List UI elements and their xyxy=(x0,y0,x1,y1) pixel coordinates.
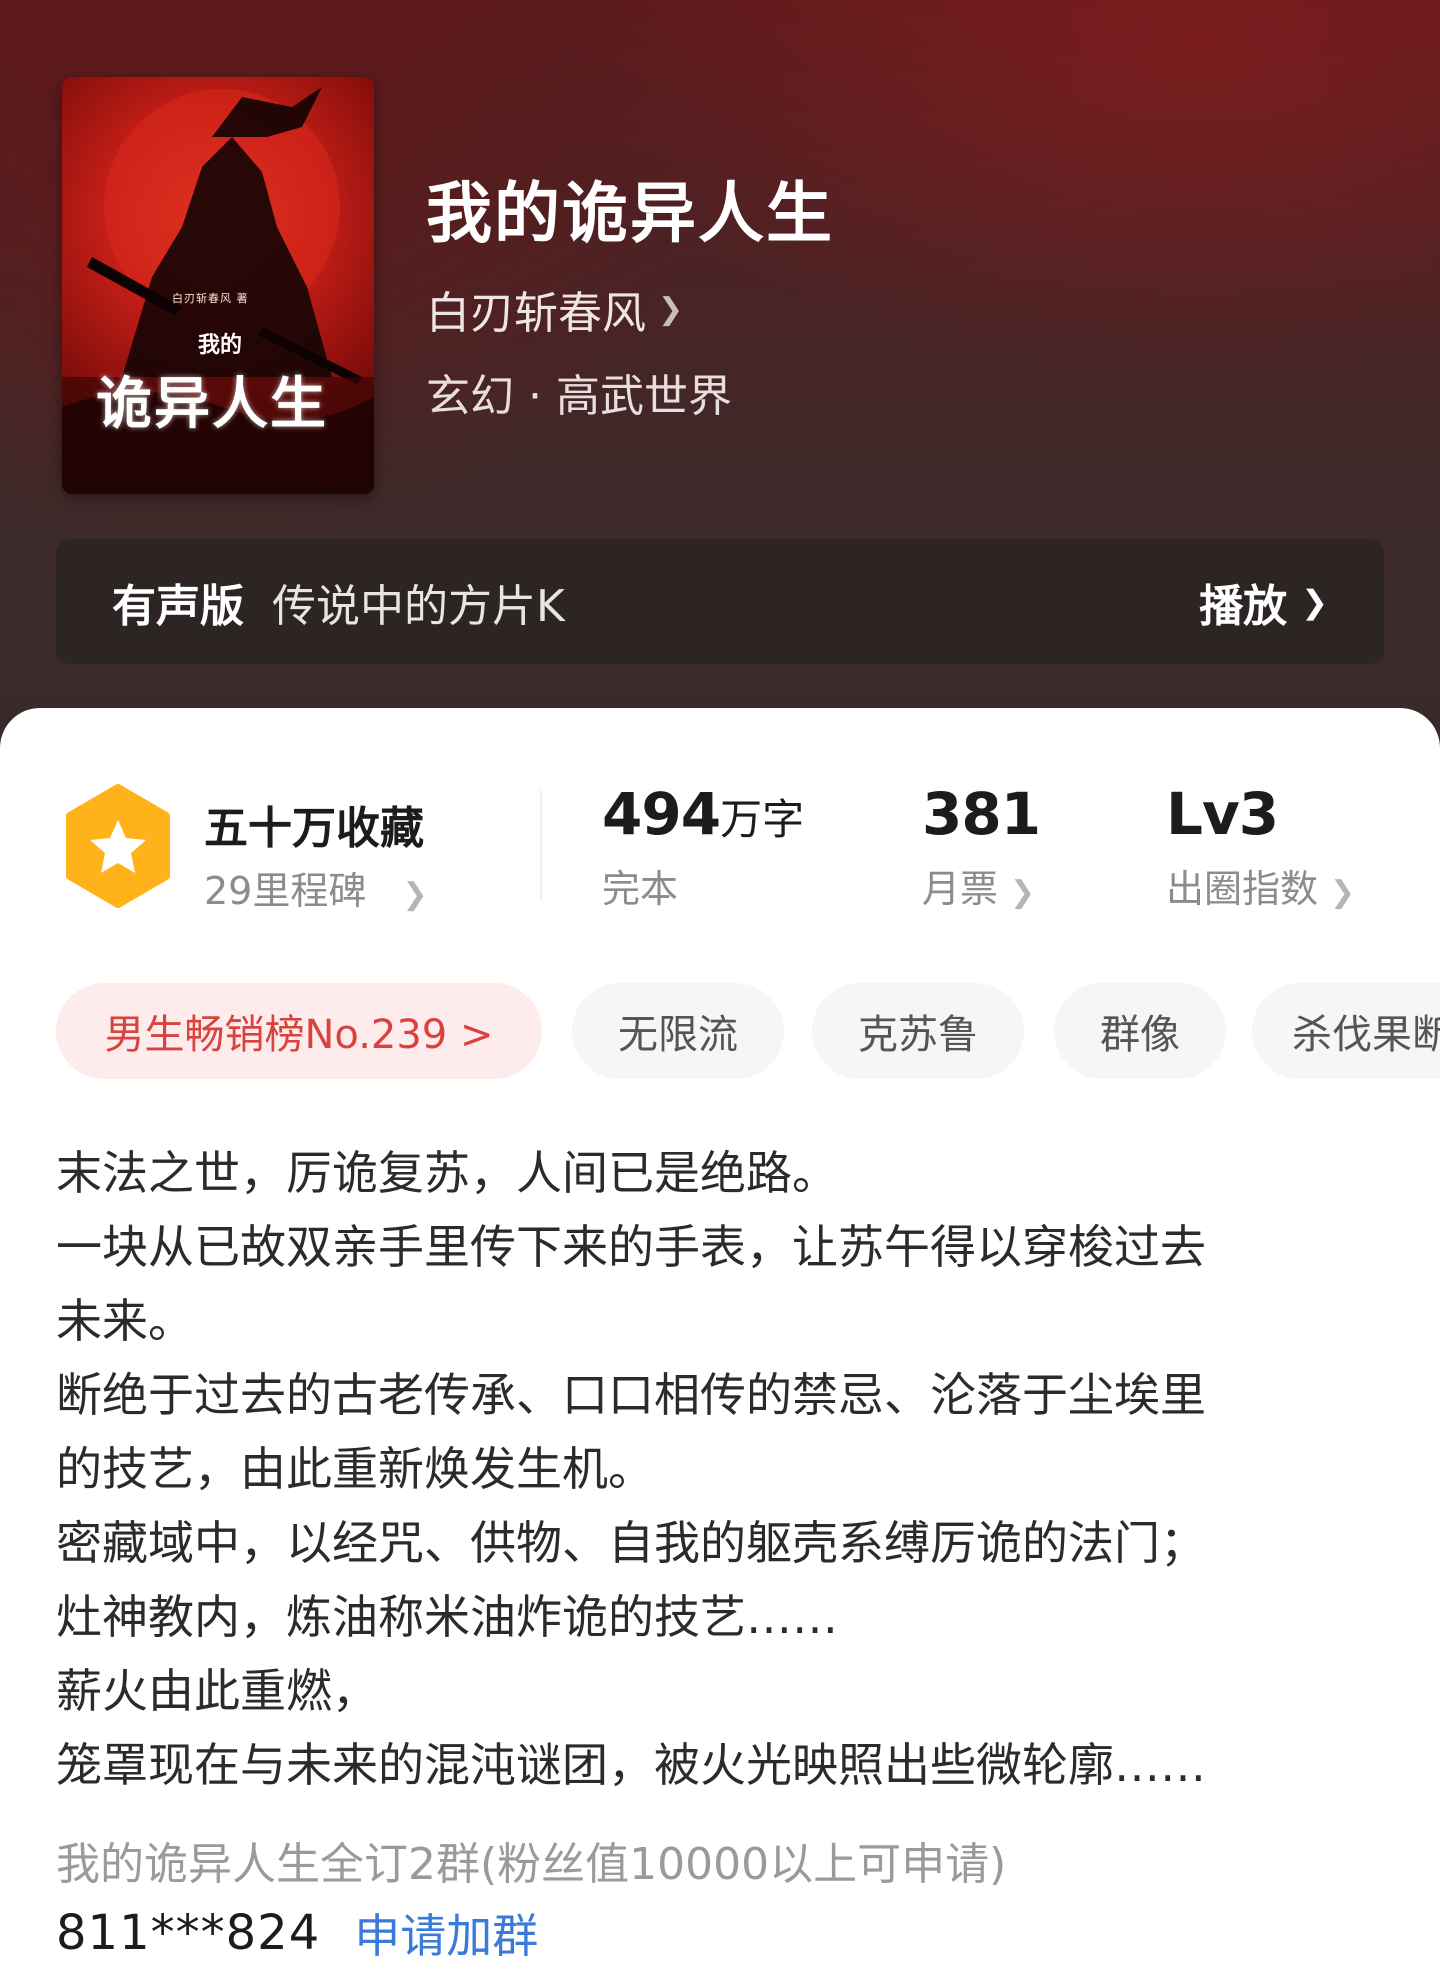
word-count-unit: 万字 xyxy=(720,795,805,844)
audio-tag: 有声版 xyxy=(112,580,244,632)
favorites-count: 五十万收藏 xyxy=(204,803,424,854)
play-button[interactable]: 播放 ❯ xyxy=(1199,570,1328,634)
author-name: 白刃斩春风 xyxy=(426,288,646,339)
book-header: 白刃斩春风 著 我的 诡异人生 我的诡异人生 白刃斩春风 ❯ 玄幻 · 高武世界… xyxy=(0,0,1440,760)
star-badge-icon xyxy=(66,784,170,908)
chevron-right-icon: ❯ xyxy=(1301,582,1328,621)
word-count-stat: 494万字 完本 xyxy=(602,780,804,913)
audio-narrator: 传说中的方片K xyxy=(272,580,565,632)
author-link[interactable]: 白刃斩春风 ❯ xyxy=(426,277,683,341)
stats-row: 五十万收藏 29里程碑 ❯ 494万字 完本 381 月票 ❯ Lv3 出圈指数 ❯ xyxy=(62,780,1382,920)
monthly-votes-stat[interactable]: 381 月票 ❯ xyxy=(922,780,1041,913)
fan-group-row: 811***824 申请加群 xyxy=(56,1900,538,1966)
synopsis-line: 断绝于过去的古老传承、口口相传的禁忌、沦落于尘埃里 xyxy=(56,1368,1206,1422)
book-synopsis: 末法之世，厉诡复苏，人间已是绝路。 一块从已故双亲手里传下来的手表，让苏午得以穿… xyxy=(56,1136,1396,1802)
tag-chip[interactable]: 杀伐果断 xyxy=(1252,983,1440,1079)
popularity-level: Lv3 xyxy=(1166,780,1279,848)
synopsis-line: 一块从已故双亲手里传下来的手表，让苏午得以穿梭过去 xyxy=(56,1220,1206,1274)
word-count: 494 xyxy=(602,780,721,848)
apply-join-group-link[interactable]: 申请加群 xyxy=(354,1900,538,1966)
stats-divider xyxy=(540,790,542,900)
synopsis-line: 密藏域中，以经咒、供物、自我的躯壳系缚厉诡的法门； xyxy=(56,1516,1206,1570)
fan-group-name: 我的诡异人生全订2群(粉丝值10000以上可申请) xyxy=(56,1839,1007,1890)
synopsis-line: 灶神教内，炼油称米油炸诡的技艺…… xyxy=(56,1590,838,1644)
monthly-votes-count: 381 xyxy=(922,780,1041,848)
tag-chip[interactable]: 群像 xyxy=(1054,983,1226,1079)
book-genre: 玄幻 · 高武世界 xyxy=(426,371,732,422)
milestones-link[interactable]: 29里程碑 ❯ xyxy=(204,860,428,915)
rank-tag[interactable]: 男生畅销榜No.239 > xyxy=(56,983,542,1079)
tag-chip[interactable]: 无限流 xyxy=(572,983,784,1079)
chevron-right-icon: ❯ xyxy=(658,291,684,327)
book-title: 我的诡异人生 xyxy=(426,174,834,252)
milestones-label: 29里程碑 xyxy=(204,869,367,913)
audio-version-bar[interactable]: 有声版 传说中的方片K 播放 ❯ xyxy=(56,539,1384,664)
play-label: 播放 xyxy=(1199,580,1288,632)
cover-title-big: 诡异人生 xyxy=(96,371,328,437)
synopsis-line: 末法之世，厉诡复苏，人间已是绝路。 xyxy=(56,1146,838,1200)
chevron-right-icon: ❯ xyxy=(1330,875,1356,910)
book-status: 完本 xyxy=(602,867,679,911)
synopsis-line: 笼罩现在与未来的混沌谜团，被火光映照出些微轮廓…… xyxy=(56,1738,1206,1792)
cover-title-small: 我的 xyxy=(198,332,243,358)
tag-row: 男生畅销榜No.239 > 无限流 克苏鲁 群像 杀伐果断 xyxy=(56,983,1440,1079)
fan-group-id: 811***824 xyxy=(56,1905,321,1961)
synopsis-line: 的技艺，由此重新焕发生机。 xyxy=(56,1442,654,1496)
synopsis-line: 薪火由此重燃， xyxy=(56,1664,378,1718)
popularity-stat[interactable]: Lv3 出圈指数 ❯ xyxy=(1166,780,1355,913)
popularity-label: 出圈指数 xyxy=(1166,867,1319,911)
cover-author-text: 白刃斩春风 著 xyxy=(172,292,249,305)
synopsis-line: 未来。 xyxy=(56,1294,194,1348)
book-cover[interactable]: 白刃斩春风 著 我的 诡异人生 xyxy=(62,77,374,494)
monthly-votes-label: 月票 xyxy=(922,867,999,911)
chevron-right-icon: ❯ xyxy=(1010,875,1036,910)
chevron-right-icon: ❯ xyxy=(402,877,428,912)
tag-chip[interactable]: 克苏鲁 xyxy=(812,983,1024,1079)
